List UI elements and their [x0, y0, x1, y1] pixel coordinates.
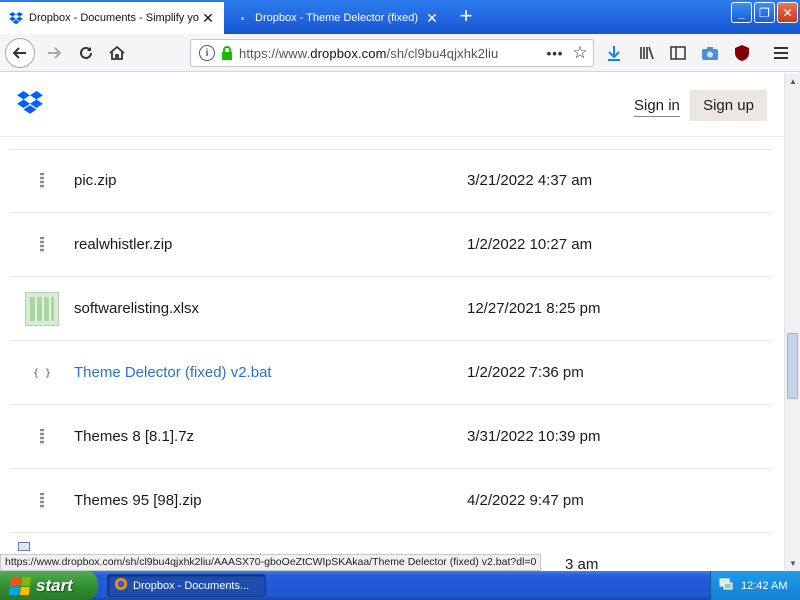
reload-button[interactable] — [72, 39, 100, 67]
taskbar: start Dropbox - Documents... 12:42 AM — [0, 571, 800, 600]
close-window-button[interactable]: ✕ — [777, 2, 798, 23]
file-name[interactable]: realwhistler.zip — [74, 236, 172, 253]
zip-icon — [24, 419, 60, 455]
file-date: 12/27/2021 8:25 pm — [467, 300, 601, 317]
close-tab-icon[interactable]: ✕ — [424, 10, 440, 27]
tab-dropbox-documents[interactable]: Dropbox - Documents - Simplify yo ✕ — [0, 2, 224, 34]
menu-icon[interactable] — [770, 42, 792, 64]
taskbar-window-button[interactable]: Dropbox - Documents... — [107, 574, 266, 597]
page-content: Sign in Sign up pic.zip 3/21/2022 4:37 a… — [0, 73, 784, 552]
tab-strip: Dropbox - Documents - Simplify yo ✕ Drop… — [0, 0, 800, 34]
url-text[interactable]: https://www.dropbox.com/sh/cl9bu4qjxhk2l… — [239, 46, 543, 61]
sign-in-link[interactable]: Sign in — [634, 97, 680, 117]
url-path: /sh/cl9bu4qjxhk2liu — [386, 45, 499, 61]
file-date: 3/21/2022 4:37 am — [467, 172, 593, 189]
zip-icon — [24, 163, 60, 199]
address-bar[interactable]: i https://www.dropbox.com/sh/cl9bu4qjxhk… — [190, 39, 594, 67]
file-row[interactable]: Themes 95 [98].zip 4/2/2022 9:47 pm — [10, 469, 772, 533]
zip-icon — [24, 483, 60, 519]
file-name[interactable]: Theme Delector (fixed) v2.bat — [74, 364, 272, 381]
url-domain: dropbox.com — [310, 45, 387, 61]
download-icon[interactable] — [603, 42, 625, 64]
link-status-overlay: https://www.dropbox.com/sh/cl9bu4qjxhk2l… — [0, 554, 542, 571]
bookmark-star-icon[interactable]: ☆ — [567, 43, 593, 63]
scroll-up-icon[interactable]: ▲ — [785, 73, 800, 89]
scrollbar-thumb[interactable] — [787, 333, 798, 399]
lock-icon[interactable] — [221, 46, 233, 60]
network-icon[interactable] — [719, 577, 733, 594]
site-info-icon[interactable]: i — [199, 45, 215, 61]
file-name[interactable]: softwarelisting.xlsx — [74, 300, 199, 317]
navigation-toolbar: i https://www.dropbox.com/sh/cl9bu4qjxhk… — [0, 34, 800, 85]
loading-dot-icon — [234, 10, 250, 26]
close-tab-icon[interactable]: ✕ — [200, 10, 216, 27]
file-row[interactable]: softwarelisting.xlsx 12/27/2021 8:25 pm — [10, 277, 772, 341]
ublock-origin-icon[interactable] — [731, 42, 753, 64]
tab-theme-delector[interactable]: Dropbox - Theme Delector (fixed) ✕ — [226, 2, 448, 34]
book-icon — [18, 542, 30, 551]
file-date: 1/2/2022 10:27 am — [467, 236, 593, 253]
tab-title: Dropbox - Documents - Simplify yo — [29, 12, 199, 24]
file-name[interactable]: Themes 8 [8.1].7z — [74, 428, 194, 445]
file-row[interactable]: realwhistler.zip 1/2/2022 10:27 am — [10, 213, 772, 277]
screenshot-icon[interactable] — [699, 42, 721, 64]
system-tray: 12:42 AM — [710, 571, 800, 600]
minimize-button[interactable]: _ — [731, 2, 752, 23]
vertical-scrollbar[interactable]: ▲ ▼ — [784, 73, 800, 571]
file-date: 1/2/2022 7:36 pm — [467, 364, 584, 381]
file-row[interactable]: pic.zip 3/21/2022 4:37 am — [10, 149, 772, 213]
taskbar-window-label: Dropbox - Documents... — [133, 579, 250, 592]
file-row[interactable]: Themes 8 [8.1].7z 3/31/2022 10:39 pm — [10, 405, 772, 469]
library-icon[interactable] — [636, 42, 658, 64]
file-name[interactable]: Themes 95 [98].zip — [74, 492, 202, 509]
restore-button[interactable]: ❐ — [754, 2, 775, 23]
scroll-down-icon[interactable]: ▼ — [785, 555, 800, 571]
clock[interactable]: 12:42 AM — [741, 580, 787, 592]
file-date: 4/2/2022 9:47 pm — [467, 492, 584, 509]
start-button[interactable]: start — [0, 571, 98, 600]
forward-button[interactable] — [40, 39, 68, 67]
window-controls: _ ❐ ✕ — [731, 2, 798, 23]
windows-logo-icon — [8, 576, 32, 595]
dropbox-logo-icon[interactable] — [16, 91, 44, 120]
file-name[interactable]: pic.zip — [74, 172, 117, 189]
firefox-icon — [114, 577, 128, 594]
page-actions-icon[interactable]: ••• — [543, 46, 567, 61]
tab-title: Dropbox - Theme Delector (fixed) — [255, 12, 419, 24]
home-button[interactable] — [103, 39, 131, 67]
file-row[interactable]: { } Theme Delector (fixed) v2.bat 1/2/20… — [10, 341, 772, 405]
spreadsheet-icon — [24, 291, 60, 327]
zip-icon — [24, 227, 60, 263]
start-label: start — [36, 575, 73, 595]
sidebar-icon[interactable] — [667, 42, 689, 64]
back-button[interactable] — [5, 38, 35, 68]
new-tab-button[interactable]: + — [452, 4, 480, 30]
dropbox-favicon-icon — [8, 10, 24, 26]
url-prefix: https://www. — [239, 45, 311, 61]
sign-up-button[interactable]: Sign up — [690, 90, 767, 121]
script-icon: { } — [32, 367, 52, 379]
file-date: 3/31/2022 10:39 pm — [467, 428, 601, 445]
site-header: Sign in Sign up — [0, 73, 784, 137]
